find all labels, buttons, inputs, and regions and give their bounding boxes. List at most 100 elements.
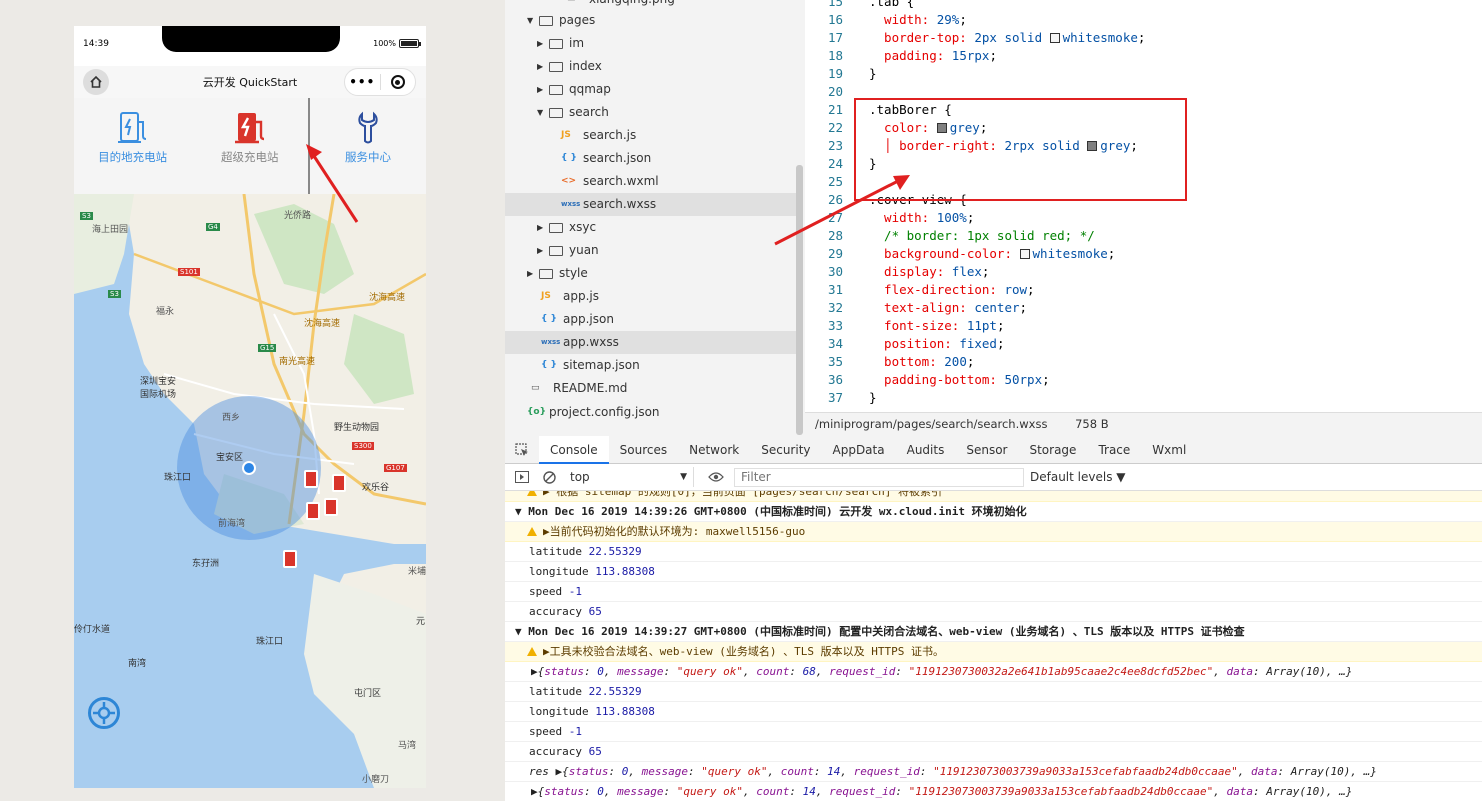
console-warning-row[interactable]: ▶ 根据 sitemap 的规则[0]，当前页面 [pages/search/s… <box>505 491 1482 502</box>
tab-wxml[interactable]: Wxml <box>1141 436 1197 464</box>
tree-item-search-wxss[interactable]: wxss search.wxss <box>505 193 797 216</box>
charger-marker[interactable] <box>306 502 320 520</box>
code-token: ; <box>989 48 997 63</box>
charger-marker[interactable] <box>304 470 318 488</box>
sidebar-toggle-icon[interactable] <box>515 471 529 483</box>
line-number: 32 <box>827 300 843 315</box>
console-log-row[interactable]: ▶{status: 0, message: "query ok", count:… <box>505 782 1482 801</box>
code-line[interactable]: 29 background-color: whitesmoke; <box>805 245 1115 263</box>
code-line[interactable]: 30 display: flex; <box>805 263 990 281</box>
tab-network[interactable]: Network <box>678 436 750 464</box>
context-selector[interactable]: top ▼ <box>564 467 694 487</box>
console-filter-input[interactable] <box>734 467 1024 487</box>
tab-trace[interactable]: Trace <box>1087 436 1141 464</box>
tree-item-label: sitemap.json <box>563 358 640 372</box>
tree-item-app-wxss[interactable]: wxss app.wxss <box>505 331 797 354</box>
tree-item-yuan[interactable]: ▶ yuan <box>537 239 599 262</box>
code-token: ; <box>959 12 967 27</box>
tab-super-charging[interactable]: 超级充电站 <box>191 98 308 194</box>
console-group-header[interactable]: ▼ Mon Dec 16 2019 14:39:27 GMT+0800 (中国标… <box>505 622 1482 642</box>
code-line[interactable]: 34 position: fixed; <box>805 335 1005 353</box>
tree-item-sitemap[interactable]: { } sitemap.json <box>541 354 640 377</box>
tree-item-pages[interactable]: ▼ pages <box>527 9 595 32</box>
eye-icon[interactable] <box>708 472 724 482</box>
code-line[interactable]: 19} <box>805 65 877 83</box>
code-line[interactable]: 27 width: 100%; <box>805 209 974 227</box>
log-levels-dropdown[interactable]: Default levels ▼ <box>1030 470 1126 484</box>
tree-item-readme[interactable]: ▭ README.md <box>531 377 627 400</box>
tab-service-center[interactable]: 服务中心 <box>308 98 425 194</box>
code-token: fixed <box>959 336 997 351</box>
console-token: 0 <box>597 785 604 798</box>
tree-item-app-json[interactable]: { } app.json <box>541 308 614 331</box>
color-swatch[interactable] <box>1049 33 1060 43</box>
more-menu-button[interactable]: ••• <box>345 75 380 89</box>
file-tree: ▭xiangqing.png ▼pages ▶im ▶index ▶qqmap … <box>505 0 805 436</box>
close-miniprogram-button[interactable] <box>381 75 416 89</box>
line-number: 31 <box>827 282 843 297</box>
tab-console[interactable]: Console <box>539 435 609 464</box>
code-line[interactable]: 32 text-align: center; <box>805 299 1027 317</box>
code-line[interactable]: 18 padding: 15rpx; <box>805 47 997 65</box>
console-group-header[interactable]: ▼ Mon Dec 16 2019 14:39:26 GMT+0800 (中国标… <box>505 502 1482 522</box>
clear-console-icon[interactable] <box>543 470 556 484</box>
console-log-row[interactable]: res ▶{status: 0, message: "query ok", co… <box>505 762 1482 782</box>
inspect-element-button[interactable] <box>505 442 539 457</box>
tree-item-project-config[interactable]: {o} project.config.json <box>527 401 660 424</box>
tab-destination-charging[interactable]: 目的地充电站 <box>74 98 191 194</box>
code-line[interactable]: 17 border-top: 2px solid whitesmoke; <box>805 29 1145 47</box>
tab-audits[interactable]: Audits <box>896 436 956 464</box>
line-number: 18 <box>827 48 843 63</box>
tree-item-label: search <box>569 105 609 119</box>
tree-item-im[interactable]: ▶ im <box>537 32 584 55</box>
tree-item-search-js[interactable]: JS search.js <box>561 124 636 147</box>
tree-item-index[interactable]: ▶ index <box>537 55 602 78</box>
tab-security[interactable]: Security <box>750 436 821 464</box>
code-token: whitesmoke <box>1062 30 1138 45</box>
phone-simulator: 14:39 100% 云开发 QuickStart ••• 目的地充电站 超级充… <box>74 26 426 788</box>
code-line[interactable]: 16 width: 29%; <box>805 11 967 29</box>
console-token: status <box>544 785 584 798</box>
charger-marker[interactable] <box>332 474 346 492</box>
code-line[interactable]: 36 padding-bottom: 50rpx; <box>805 371 1050 389</box>
tree-item-search[interactable]: ▼ search <box>537 101 609 124</box>
tree-item-label: search.js <box>583 128 637 142</box>
tree-item-search-wxml[interactable]: <> search.wxml <box>561 170 659 193</box>
tree-item-label: app.wxss <box>563 335 619 349</box>
tab-storage[interactable]: Storage <box>1018 436 1087 464</box>
tab-sensor[interactable]: Sensor <box>955 436 1018 464</box>
console-warning-row[interactable]: ▶当前代码初始化的默认环境为: maxwell5156-guo <box>505 522 1482 542</box>
code-editor[interactable]: 15 .tab {16 width: 29%; 17 border-top: 2px… <box>805 0 1482 412</box>
file-tree-scrollbar[interactable] <box>796 165 803 435</box>
code-line[interactable]: 35 bottom: 200; <box>805 353 974 371</box>
tree-item-style[interactable]: ▶ style <box>527 262 588 285</box>
console-value: -1 <box>568 585 582 598</box>
code-line[interactable]: 15 .tab { <box>805 0 914 11</box>
console-token: , <box>1237 765 1251 778</box>
tree-item-label: style <box>559 266 588 280</box>
code-token: .tab { <box>869 0 915 9</box>
charger-marker[interactable] <box>283 550 297 568</box>
tab-appdata[interactable]: AppData <box>822 436 896 464</box>
code-token: padding-bottom: <box>869 372 1005 387</box>
console-warning-row[interactable]: ▶工具未校验合法域名、web-view (业务域名) 、TLS 版本以及 HTT… <box>505 642 1482 662</box>
tab-sources[interactable]: Sources <box>609 436 678 464</box>
tree-item-search-json[interactable]: { } search.json <box>561 147 651 170</box>
charger-marker[interactable] <box>324 498 338 516</box>
console-token: "query ok" <box>676 665 743 678</box>
color-swatch[interactable] <box>1019 249 1030 259</box>
code-line[interactable]: 33 font-size: 11pt; <box>805 317 1005 335</box>
tree-item-qqmap[interactable]: ▶ qqmap <box>537 78 611 101</box>
code-line[interactable]: 28 /* border: 1px solid red; */ <box>805 227 1095 245</box>
code-token: ; <box>1027 282 1035 297</box>
map-view[interactable]: 海上田园 光侨路 福永 沈海高速 沈海高速 南光高速 深圳宝安国际机场 西乡 野… <box>74 194 426 788</box>
tree-item-xsyc[interactable]: ▶ xsyc <box>537 216 596 239</box>
tree-item-app-js[interactable]: JS app.js <box>541 285 599 308</box>
code-line[interactable]: 31 flex-direction: row; <box>805 281 1035 299</box>
code-line[interactable]: 37} <box>805 389 877 407</box>
map-label: 光侨路 <box>284 211 312 221</box>
locate-button[interactable] <box>88 697 120 729</box>
code-token: ; <box>966 210 975 225</box>
folder-icon <box>539 15 553 26</box>
console-log-row[interactable]: ▶{status: 0, message: "query ok", count:… <box>505 662 1482 682</box>
